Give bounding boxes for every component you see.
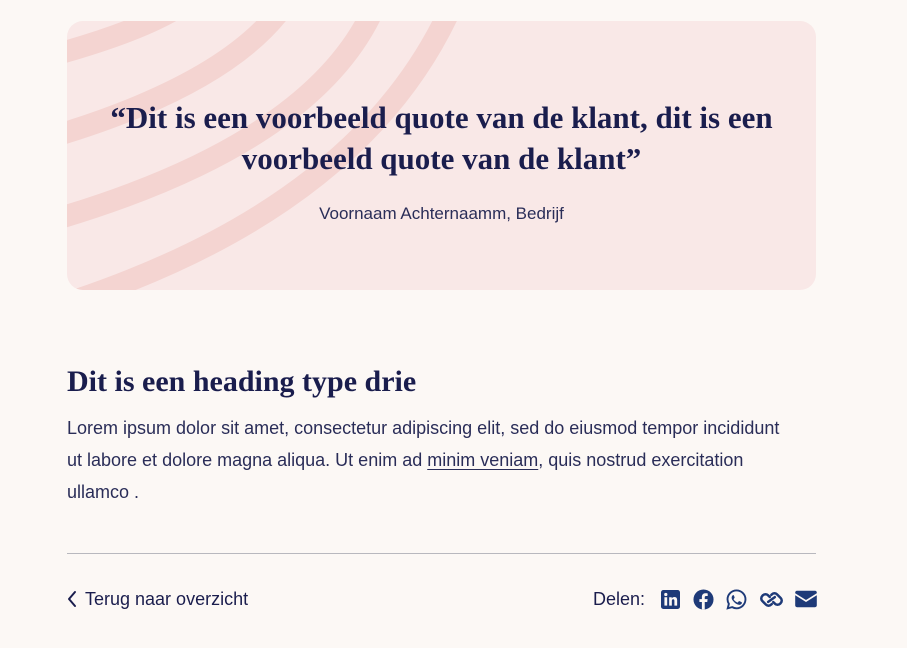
quote-author: Voornaam Achternaamm, Bedrijf bbox=[319, 204, 564, 223]
chevron-left-icon bbox=[68, 591, 76, 607]
whatsapp-icon[interactable] bbox=[725, 588, 747, 610]
email-icon[interactable] bbox=[795, 588, 817, 610]
back-to-overview-link[interactable]: Terug naar overzicht bbox=[66, 587, 248, 611]
body-paragraph: Lorem ipsum dolor sit amet, consectetur … bbox=[67, 412, 787, 508]
divider bbox=[67, 553, 816, 554]
linkedin-icon[interactable] bbox=[659, 588, 681, 610]
quote-card: “Dit is een voorbeeld quote van de klant… bbox=[67, 21, 816, 290]
inline-link[interactable]: minim veniam bbox=[427, 450, 538, 470]
back-link-label: Terug naar overzicht bbox=[85, 588, 249, 609]
share-label: Delen: bbox=[592, 588, 645, 609]
quote-text: “Dit is een voorbeeld quote van de klant… bbox=[110, 100, 773, 176]
facebook-icon[interactable] bbox=[692, 588, 714, 610]
section-heading: Dit is een heading type drie bbox=[67, 365, 417, 398]
link-icon[interactable] bbox=[758, 588, 784, 610]
share-bar: Delen: bbox=[593, 586, 817, 612]
